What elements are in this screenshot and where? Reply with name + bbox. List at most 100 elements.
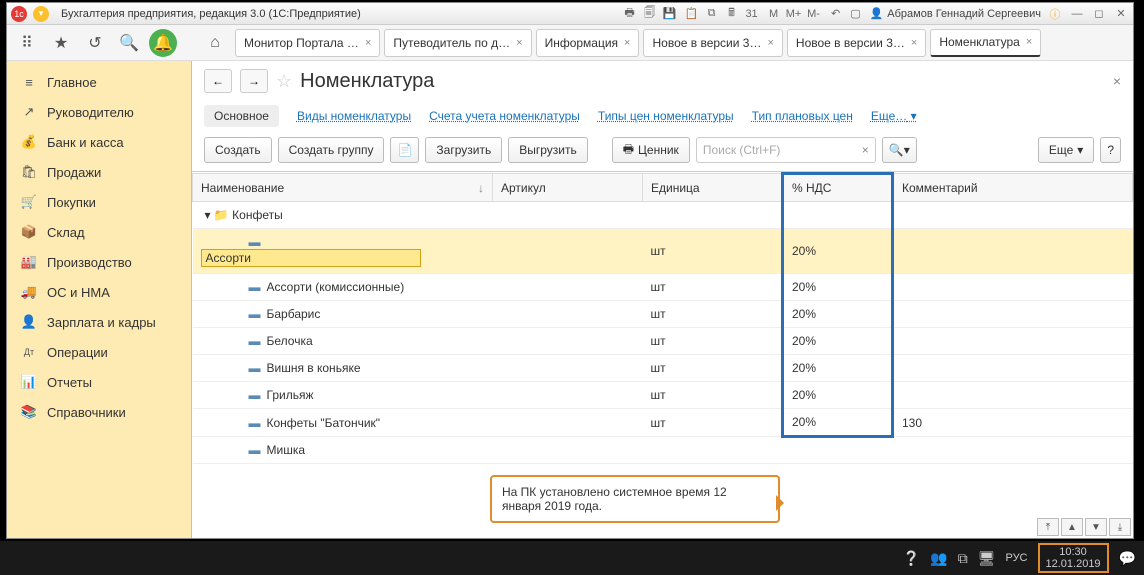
clock[interactable]: 10:30 12.01.2019	[1038, 543, 1109, 573]
scale-m[interactable]: M	[766, 6, 782, 22]
price-tag-button[interactable]: 🖶 Ценник	[612, 137, 690, 163]
network-tray-icon[interactable]: ⧉	[958, 550, 968, 567]
scale-m-plus[interactable]: M+	[786, 6, 802, 22]
table-row[interactable]: ▬Вишня в коньякешт20%	[193, 355, 1133, 382]
col-unit[interactable]: Единица	[643, 174, 783, 202]
clear-search-icon[interactable]: ×	[862, 143, 869, 157]
tab-news1[interactable]: Новое в версии 3…×	[643, 29, 782, 57]
col-article[interactable]: Артикул	[493, 174, 643, 202]
subnav-link-accounts[interactable]: Счета учета номенклатуры	[429, 109, 580, 123]
apps-icon[interactable]: ⠿	[13, 29, 41, 57]
back-icon[interactable]: ↶	[828, 6, 844, 22]
books-icon: 📚	[21, 404, 37, 420]
sidebar-item-warehouse[interactable]: 📦Склад	[7, 217, 191, 247]
page-first-button[interactable]: ⤒	[1037, 518, 1059, 536]
help-tray-icon[interactable]: ❔	[903, 550, 920, 567]
sidebar-item-assets[interactable]: 🚚ОС и НМА	[7, 277, 191, 307]
unload-button[interactable]: Выгрузить	[508, 137, 588, 163]
table-row[interactable]: ▬Мишка	[193, 437, 1133, 464]
chart-icon: ↗	[21, 104, 37, 120]
copy-item-button[interactable]: 📄	[390, 137, 419, 163]
table-row[interactable]: ▬Грильяжшт20%	[193, 382, 1133, 409]
sidebar-item-reports[interactable]: 📊Отчеты	[7, 367, 191, 397]
sidebar-item-production[interactable]: 🏭Производство	[7, 247, 191, 277]
favorite-icon[interactable]: ★	[47, 29, 75, 57]
people-tray-icon[interactable]: 👥	[930, 550, 947, 567]
history-icon[interactable]: ↺	[81, 29, 109, 57]
tab-nomenclature[interactable]: Номенклатура×	[930, 29, 1041, 57]
page-close-icon[interactable]: ×	[1113, 73, 1121, 89]
table-row[interactable]: ▬Барбарисшт20%	[193, 301, 1133, 328]
col-vat[interactable]: % НДС	[783, 174, 893, 202]
subnav-more[interactable]: Еще… ▾	[871, 109, 917, 123]
star-icon[interactable]: ☆	[276, 71, 292, 92]
copy-icon[interactable]: 📋	[684, 6, 700, 22]
print-icon[interactable]: 🖶	[622, 6, 638, 22]
tab-close-icon[interactable]: ×	[516, 37, 522, 49]
home-icon[interactable]: ⌂	[201, 29, 229, 57]
search-input[interactable]: Поиск (Ctrl+F)×	[696, 137, 876, 163]
compare-icon[interactable]: ⧉	[704, 6, 720, 22]
table-row[interactable]: ▬Ассортишт20%	[193, 229, 1133, 274]
lang-indicator[interactable]: РУС	[1005, 552, 1027, 564]
info-icon[interactable]: ⓘ	[1047, 6, 1063, 22]
sidebar-item-bank[interactable]: 💰Банк и касса	[7, 127, 191, 157]
nav-forward-button[interactable]: →	[240, 69, 268, 93]
tab-close-icon[interactable]: ×	[911, 37, 917, 49]
col-comment[interactable]: Комментарий	[893, 174, 1133, 202]
tab-news2[interactable]: Новое в версии 3…×	[787, 29, 926, 57]
sidebar-item-sales[interactable]: 🛍Продажи	[7, 157, 191, 187]
subnav-link-planprice[interactable]: Тип плановых цен	[752, 109, 853, 123]
create-button[interactable]: Создать	[204, 137, 272, 163]
notifications-tray-icon[interactable]: 💬	[1119, 550, 1136, 567]
group-row[interactable]: ▾ 📁 Конфеты	[193, 202, 1133, 229]
maximize-icon[interactable]: ◻	[1091, 6, 1107, 22]
page-up-button[interactable]: ▲	[1061, 518, 1083, 536]
preview-icon[interactable]: 🗐	[642, 6, 658, 22]
close-icon[interactable]: ✕	[1113, 6, 1129, 22]
calc-icon[interactable]: 🖩	[724, 6, 740, 22]
main-content: ← → ☆ Номенклатура × Основное Виды номен…	[192, 61, 1133, 538]
page-down-button[interactable]: ▼	[1085, 518, 1107, 536]
find-button[interactable]: 🔍▾	[882, 137, 917, 163]
tab-info[interactable]: Информация×	[536, 29, 640, 57]
col-name[interactable]: Наименование↓	[193, 174, 493, 202]
sidebar-item-main[interactable]: ≡Главное	[7, 67, 191, 97]
table-row[interactable]: ▬Конфеты "Батончик"шт20%130	[193, 409, 1133, 437]
tab-close-icon[interactable]: ×	[1026, 36, 1032, 48]
help-button[interactable]: ?	[1100, 137, 1121, 163]
subnav-current[interactable]: Основное	[204, 105, 279, 127]
sidebar-item-manager[interactable]: ↗Руководителю	[7, 97, 191, 127]
tab-close-icon[interactable]: ×	[767, 37, 773, 49]
tab-close-icon[interactable]: ×	[624, 37, 630, 49]
table-row[interactable]: ▬Ассорти (комиссионные)шт20%	[193, 274, 1133, 301]
sidebar-item-purchases[interactable]: 🛒Покупки	[7, 187, 191, 217]
calendar-icon[interactable]: 31	[744, 6, 760, 22]
table-row[interactable]: ▬Белочкашт20%	[193, 328, 1133, 355]
tab-monitor[interactable]: Монитор Портала …×	[235, 29, 380, 57]
more-button[interactable]: Еще ▾	[1038, 137, 1094, 163]
subnav-link-types[interactable]: Виды номенклатуры	[297, 109, 411, 123]
sidebar-item-catalogs[interactable]: 📚Справочники	[7, 397, 191, 427]
display-tray-icon[interactable]: 🖥	[978, 550, 996, 567]
scale-m-minus[interactable]: M-	[806, 6, 822, 22]
person-icon: 👤	[21, 314, 37, 330]
sidebar-item-operations[interactable]: ДтОперации	[7, 337, 191, 367]
titlebar: 1c ▾ Бухгалтерия предприятия, редакция 3…	[7, 3, 1133, 25]
create-group-button[interactable]: Создать группу	[278, 137, 385, 163]
factory-icon: 🏭	[21, 254, 37, 270]
dropdown-icon[interactable]: ▾	[33, 6, 49, 22]
tab-guide[interactable]: Путеводитель по д…×	[384, 29, 531, 57]
minimize-icon[interactable]: —	[1069, 6, 1085, 22]
search-icon[interactable]: 🔍	[115, 29, 143, 57]
window-icon[interactable]: ▢	[848, 6, 864, 22]
nav-back-button[interactable]: ←	[204, 69, 232, 93]
notifications-icon[interactable]: 🔔	[149, 29, 177, 57]
user-label[interactable]: 👤 Абрамов Геннадий Сергеевич	[870, 7, 1041, 20]
subnav-link-pricetypes[interactable]: Типы цен номенклатуры	[598, 109, 734, 123]
save-icon[interactable]: 💾	[662, 6, 678, 22]
page-last-button[interactable]: ⤓	[1109, 518, 1131, 536]
load-button[interactable]: Загрузить	[425, 137, 502, 163]
sidebar-item-salary[interactable]: 👤Зарплата и кадры	[7, 307, 191, 337]
tab-close-icon[interactable]: ×	[365, 37, 371, 49]
